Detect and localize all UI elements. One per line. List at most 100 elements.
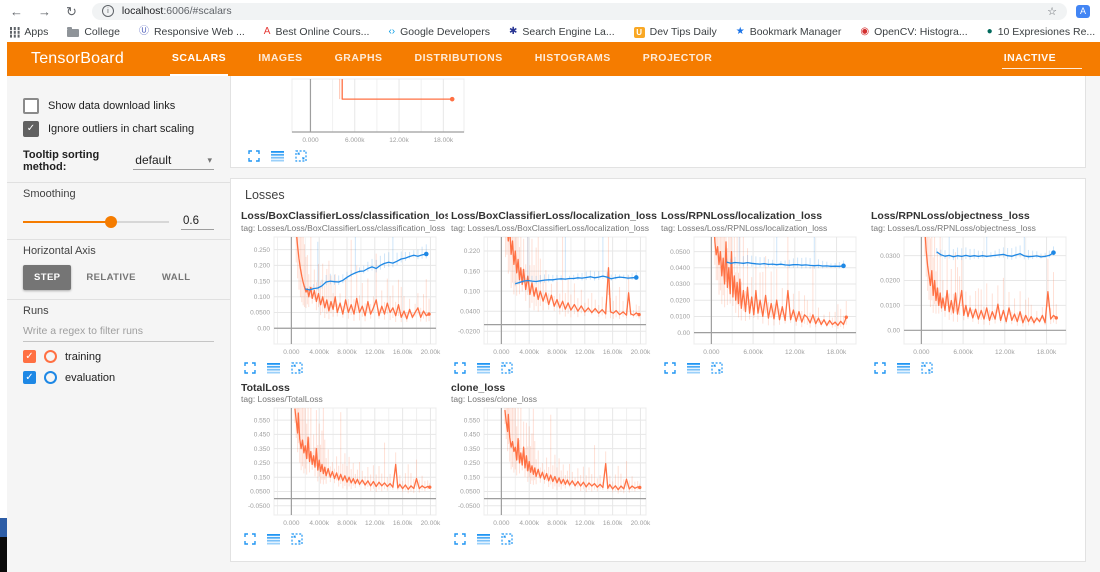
expand-icon[interactable] [295, 150, 307, 162]
toggle-y-axis-icon[interactable] [271, 150, 284, 162]
bookmark-label: OpenCV: Histogra... [874, 26, 968, 38]
fullscreen-icon[interactable] [874, 361, 886, 374]
scalar-chart-card: Loss/RPNLoss/objectness_loss tag: Losses… [871, 210, 1078, 374]
tab-distributions[interactable]: DISTRIBUTIONS [413, 42, 505, 76]
expand-icon[interactable] [291, 361, 303, 374]
fullscreen-icon[interactable] [664, 361, 676, 374]
bookmark-favicon: ◉ [860, 26, 870, 37]
bookmark-label: Google Developers [400, 26, 490, 38]
chart-plot[interactable]: 0.000 4.000k 8.000k 12.00k 16.00k 20.00k -0.02… [451, 234, 651, 358]
expand-icon[interactable] [501, 533, 513, 545]
bookmark-item[interactable]: U Dev Tips Daily [633, 26, 717, 38]
ignore-outliers-label: Ignore outliers in chart scaling [48, 123, 195, 135]
left-edge-blue-block [0, 518, 7, 537]
bookmark-label: Apps [24, 26, 49, 38]
fullscreen-icon[interactable] [248, 150, 260, 162]
tab-images[interactable]: IMAGES [256, 42, 304, 76]
bookmark-item[interactable]: Apps [10, 26, 48, 38]
runs-list: ✓ training ✓ evaluation [23, 350, 214, 384]
bookmark-item[interactable]: A Best Online Cours... [264, 26, 370, 38]
sidebar: Show data download links ✓ Ignore outlie… [7, 76, 230, 572]
axis-button-step[interactable]: STEP [23, 265, 72, 290]
toggle-y-axis-icon[interactable] [267, 362, 280, 374]
ignore-outliers-checkbox[interactable]: ✓ [23, 121, 39, 137]
tensorboard-header: TensorBoard SCALARS IMAGES GRAPHS DISTRIBUT… [7, 42, 1100, 76]
toggle-y-axis-icon[interactable] [687, 362, 700, 374]
tooltip-sorting-select[interactable]: default ▾ [133, 152, 214, 170]
back-icon[interactable]: ← [10, 5, 23, 18]
bookmark-item[interactable]: ● 10 Expresiones Re... [987, 26, 1096, 38]
toggle-y-axis-icon[interactable] [477, 533, 490, 545]
svg-text:12.00k: 12.00k [575, 520, 595, 527]
expand-icon[interactable] [711, 361, 723, 374]
svg-text:4.000k: 4.000k [519, 520, 539, 527]
chart-actions [241, 358, 448, 374]
show-download-links-checkbox[interactable] [23, 98, 39, 114]
run-checkbox-training[interactable]: ✓ [23, 350, 36, 363]
axis-button-wall[interactable]: WALL [151, 265, 202, 290]
run-color-swatch[interactable] [44, 350, 57, 363]
chart-plot[interactable]: 0.000 6.000k 12.00k 18.00k 0.00 0.0100 0.0200 0… [871, 234, 1071, 358]
tab-projector[interactable]: PROJECTOR [641, 42, 715, 76]
toggle-y-axis-icon[interactable] [477, 362, 490, 374]
chart-plot[interactable]: 0.000 6.000k 12.00k 18.00k 0.00 0.0100 0.0200 0… [661, 234, 861, 358]
smoothing-slider[interactable] [23, 216, 169, 228]
reload-icon[interactable]: ↻ [66, 5, 77, 18]
slider-knob[interactable] [104, 216, 117, 228]
svg-text:0.160: 0.160 [464, 268, 481, 275]
fullscreen-icon[interactable] [454, 361, 466, 374]
chart-actions [241, 529, 448, 545]
smoothing-value[interactable]: 0.6 [181, 214, 214, 230]
tab-graphs[interactable]: GRAPHS [333, 42, 385, 76]
svg-text:0.350: 0.350 [464, 446, 481, 453]
tab-scalars[interactable]: SCALARS [169, 42, 229, 76]
fullscreen-icon[interactable] [244, 361, 256, 374]
bookmark-item[interactable]: ★ Bookmark Manager [736, 26, 842, 38]
bookmark-item[interactable]: ‹› Google Developers [388, 26, 490, 38]
partial-chart-plot[interactable]: 0.000 6.000k 12.00k 18.00k [259, 76, 469, 146]
status-inactive[interactable]: INACTIVE [1001, 49, 1082, 69]
expand-icon[interactable] [291, 533, 303, 545]
bookmark-label: Search Engine La... [522, 26, 615, 38]
chart-title: Loss/RPNLoss/objectness_loss [871, 210, 1030, 222]
svg-text:0.0500: 0.0500 [250, 489, 270, 496]
card-gap [230, 168, 1100, 178]
bookmark-star-icon[interactable]: ☆ [1047, 5, 1057, 18]
address-bar[interactable]: i localhost :6006/#scalars ☆ [91, 2, 1067, 20]
chart-plot[interactable]: 0.000 4.000k 8.000k 12.00k 16.00k 20.00k -0.05… [241, 405, 441, 529]
run-label: evaluation [65, 371, 116, 384]
bookmark-item[interactable]: College [67, 26, 120, 38]
tab-histograms[interactable]: HISTOGRAMS [533, 42, 613, 76]
svg-text:8.000k: 8.000k [547, 520, 567, 527]
toggle-y-axis-icon[interactable] [897, 362, 910, 374]
bookmark-favicon: ‹› [388, 26, 396, 37]
expand-icon[interactable] [921, 361, 933, 374]
forward-icon[interactable]: → [38, 5, 51, 18]
expand-icon[interactable] [501, 361, 513, 374]
svg-text:20.00k: 20.00k [631, 349, 651, 356]
svg-text:0.150: 0.150 [464, 475, 481, 482]
svg-text:0.000: 0.000 [302, 137, 319, 144]
chart-tag: tag: Losses/Loss/RPNLoss/localization_lo… [661, 222, 828, 233]
runs-regex-input[interactable]: Write a regex to filter runs [23, 319, 214, 342]
toggle-y-axis-icon[interactable] [267, 533, 280, 545]
bookmark-item[interactable]: Ⓤ Responsive Web ... [139, 26, 245, 38]
svg-text:0.250: 0.250 [254, 246, 271, 253]
bookmark-item[interactable]: ◉ OpenCV: Histogra... [860, 26, 967, 38]
axis-button-relative[interactable]: RELATIVE [75, 265, 146, 290]
page-info-icon[interactable]: i [101, 5, 114, 17]
svg-text:0.350: 0.350 [254, 446, 271, 453]
run-color-swatch[interactable] [44, 371, 57, 384]
chevron-down-icon: ▾ [207, 154, 212, 165]
extension-icon[interactable]: A [1076, 4, 1090, 18]
bookmark-item[interactable]: ✱ Search Engine La... [509, 26, 615, 38]
fullscreen-icon[interactable] [244, 533, 256, 545]
section-title[interactable]: Losses [231, 179, 1085, 208]
svg-text:12.00k: 12.00k [785, 349, 805, 356]
chart-plot[interactable]: 0.000 4.000k 8.000k 12.00k 16.00k 20.00k -0.05… [451, 405, 651, 529]
chart-plot[interactable]: 0.000 4.000k 8.000k 12.00k 16.00k 20.00k 0.00 0… [241, 234, 441, 358]
axis-buttons: STEP RELATIVE WALL [23, 265, 214, 290]
svg-text:0.000: 0.000 [913, 349, 930, 356]
fullscreen-icon[interactable] [454, 533, 466, 545]
run-checkbox-evaluation[interactable]: ✓ [23, 371, 36, 384]
